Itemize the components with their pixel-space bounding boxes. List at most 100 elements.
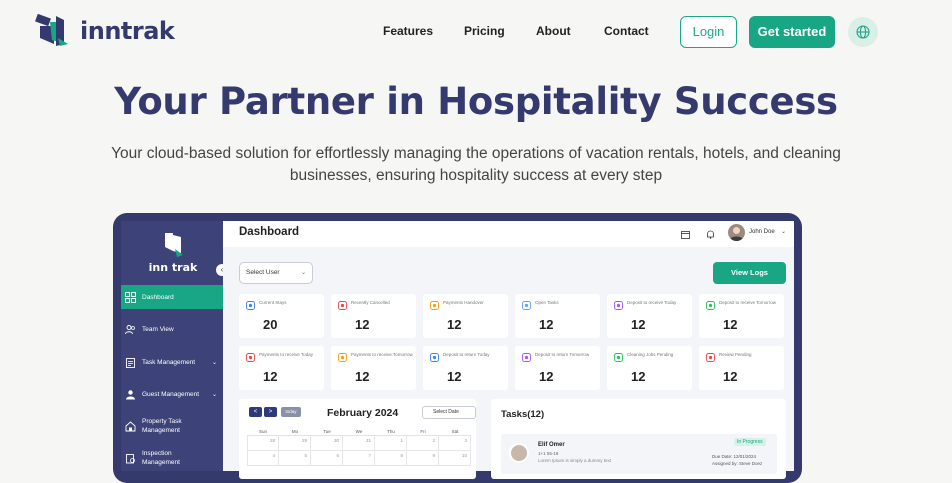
- nav-link-pricing[interactable]: Pricing: [464, 24, 505, 38]
- dashboard-main: Dashboard John Doe ⌄ Select User ⌄ View …: [223, 221, 794, 479]
- calendar-day-cell[interactable]: 31: [343, 436, 375, 451]
- nav-link-features[interactable]: Features: [383, 24, 433, 38]
- calendar-day-cell[interactable]: 29: [279, 436, 311, 451]
- calendar-button[interactable]: [678, 227, 692, 241]
- notifications-button[interactable]: [703, 227, 717, 241]
- sidebar-item-guest-management[interactable]: Guest Management ⌄: [121, 382, 223, 406]
- stat-icon: [246, 353, 255, 362]
- calendar-day-cell[interactable]: 30: [311, 436, 343, 451]
- page-title: Dashboard: [239, 226, 300, 238]
- nav-link-about[interactable]: About: [536, 24, 571, 38]
- select-date-dropdown[interactable]: Select Date: [422, 406, 476, 419]
- property-icon: [124, 420, 136, 432]
- guest-icon: [124, 388, 136, 400]
- stat-label: Payments to receive Today: [259, 352, 313, 357]
- chevron-down-icon: ⌄: [211, 359, 217, 366]
- tasks-title: Tasks(12): [501, 409, 545, 420]
- stat-value: 12: [631, 317, 646, 332]
- calendar-day-cell[interactable]: 4: [247, 451, 279, 466]
- hero-subtitle: Your cloud-based solution for effortless…: [111, 145, 841, 184]
- sidebar-item-dashboard[interactable]: Dashboard: [121, 285, 223, 309]
- sidebar-item-label: Team View: [142, 325, 174, 333]
- calendar-grid: Sun Mo Tue We Thu Fri Sat 28 29 30 31 1 2 3 4 5 6 7 8 9 10: [247, 428, 471, 466]
- calendar-weekday: We: [343, 428, 375, 436]
- task-card[interactable]: Elif Omer 1+1 55-18 Lorem Ipsum is simpl…: [501, 434, 777, 474]
- stat-label: Recently Cancelled: [351, 300, 390, 305]
- stat-card[interactable]: Deposit to return Today 12: [423, 346, 508, 390]
- stat-icon: [338, 353, 347, 362]
- stat-card[interactable]: Payments to receive Tomorrow 12: [331, 346, 416, 390]
- nav-link-contact[interactable]: Contact: [604, 24, 649, 38]
- calendar-prev-button[interactable]: <: [249, 407, 262, 417]
- calendar-next-button[interactable]: >: [264, 407, 277, 417]
- calendar-day-cell[interactable]: 9: [407, 451, 439, 466]
- get-started-button[interactable]: Get started: [749, 16, 835, 48]
- avatar[interactable]: [728, 224, 745, 241]
- stat-value: 12: [539, 369, 554, 384]
- select-user-dropdown[interactable]: Select User ⌄: [239, 262, 313, 284]
- calendar-day-cell[interactable]: 10: [439, 451, 471, 466]
- view-logs-button[interactable]: View Logs: [713, 262, 786, 284]
- stat-label: Deposit to receive Today: [627, 300, 677, 305]
- stat-label: Deposit to return Tomorrow: [535, 352, 590, 357]
- stat-icon: [614, 353, 623, 362]
- stat-card[interactable]: Deposit to receive Today 12: [607, 294, 692, 338]
- calendar-day-cell[interactable]: 7: [343, 451, 375, 466]
- stat-icon: [338, 301, 347, 310]
- calendar-today-button[interactable]: today: [281, 407, 301, 417]
- task-due-date: Due Date: 12/01/2024: [712, 454, 757, 459]
- calendar-weekday-row: Sun Mo Tue We Thu Fri Sat: [247, 428, 471, 436]
- chevron-down-icon[interactable]: ⌄: [781, 228, 786, 235]
- stat-card[interactable]: Deposit to receive Tomorrow 12: [699, 294, 784, 338]
- stat-card[interactable]: Open Tasks 12: [515, 294, 600, 338]
- calendar-day-cell[interactable]: 6: [311, 451, 343, 466]
- stat-value: 12: [447, 317, 462, 332]
- stat-card[interactable]: Review Pending 12: [699, 346, 784, 390]
- tasks-panel: Tasks(12) Elif Omer 1+1 55-18 Lorem Ipsu…: [491, 399, 786, 479]
- stat-card[interactable]: Deposit to return Tomorrow 12: [515, 346, 600, 390]
- stat-card[interactable]: Cleaning Jobs Pending 12: [607, 346, 692, 390]
- calendar-widget: < > today February 2024 Select Date Sun M…: [239, 399, 476, 479]
- stat-icon: [430, 353, 439, 362]
- inntrak-logo-icon: [35, 14, 68, 46]
- stat-card[interactable]: Current Stays 20: [239, 294, 324, 338]
- stat-icon: [430, 301, 439, 310]
- sidebar-item-team-view[interactable]: Team View: [121, 317, 223, 341]
- chevron-down-icon: ⌄: [300, 270, 306, 276]
- select-date-value: Select Date: [433, 409, 459, 415]
- calendar-day-cell[interactable]: 1: [375, 436, 407, 451]
- calendar-weekday: Fri: [407, 428, 439, 436]
- stat-card[interactable]: Payments Handover 12: [423, 294, 508, 338]
- login-button[interactable]: Login: [680, 16, 737, 48]
- calendar-day-cell[interactable]: 5: [279, 451, 311, 466]
- top-nav: inntrak Features Pricing About Contact L…: [0, 0, 952, 64]
- status-badge: In Progress: [734, 438, 766, 446]
- calendar-weekday: Mo: [279, 428, 311, 436]
- inntrak-logo-icon: inn trak: [149, 233, 198, 274]
- calendar-day-cell[interactable]: 2: [407, 436, 439, 451]
- stat-value: 12: [723, 317, 738, 332]
- clipboard-icon: [124, 356, 136, 368]
- calendar-day-cell[interactable]: 3: [439, 436, 471, 451]
- calendar-weekday: Tue: [311, 428, 343, 436]
- sidebar-item-inspection-management[interactable]: Inspection Management: [121, 446, 223, 470]
- stat-card[interactable]: Payments to receive Today 12: [239, 346, 324, 390]
- sidebar-item-label: Task Management: [142, 358, 196, 366]
- task-assignee-name: Elif Omer: [538, 442, 565, 448]
- calendar-day-cell[interactable]: 8: [375, 451, 407, 466]
- stat-card[interactable]: Recently Cancelled 12: [331, 294, 416, 338]
- sidebar-item-property-task-management[interactable]: Property Task Management: [121, 414, 223, 438]
- stat-value: 12: [263, 369, 278, 384]
- dashboard-header: Dashboard John Doe ⌄: [223, 221, 794, 247]
- sidebar-item-task-management[interactable]: Task Management ⌄: [121, 350, 223, 374]
- inspection-icon: [124, 452, 136, 464]
- stat-value: 12: [355, 317, 370, 332]
- brand-logo[interactable]: inntrak: [34, 14, 175, 48]
- sidebar-logo-text: inn trak: [149, 261, 198, 274]
- calendar-day-cell[interactable]: 28: [247, 436, 279, 451]
- stat-label: Current Stays: [259, 300, 287, 305]
- stat-value: 12: [447, 369, 462, 384]
- user-name[interactable]: John Doe: [749, 229, 775, 235]
- task-meta: 1+1 55-18: [538, 451, 559, 456]
- language-button[interactable]: [848, 17, 878, 47]
